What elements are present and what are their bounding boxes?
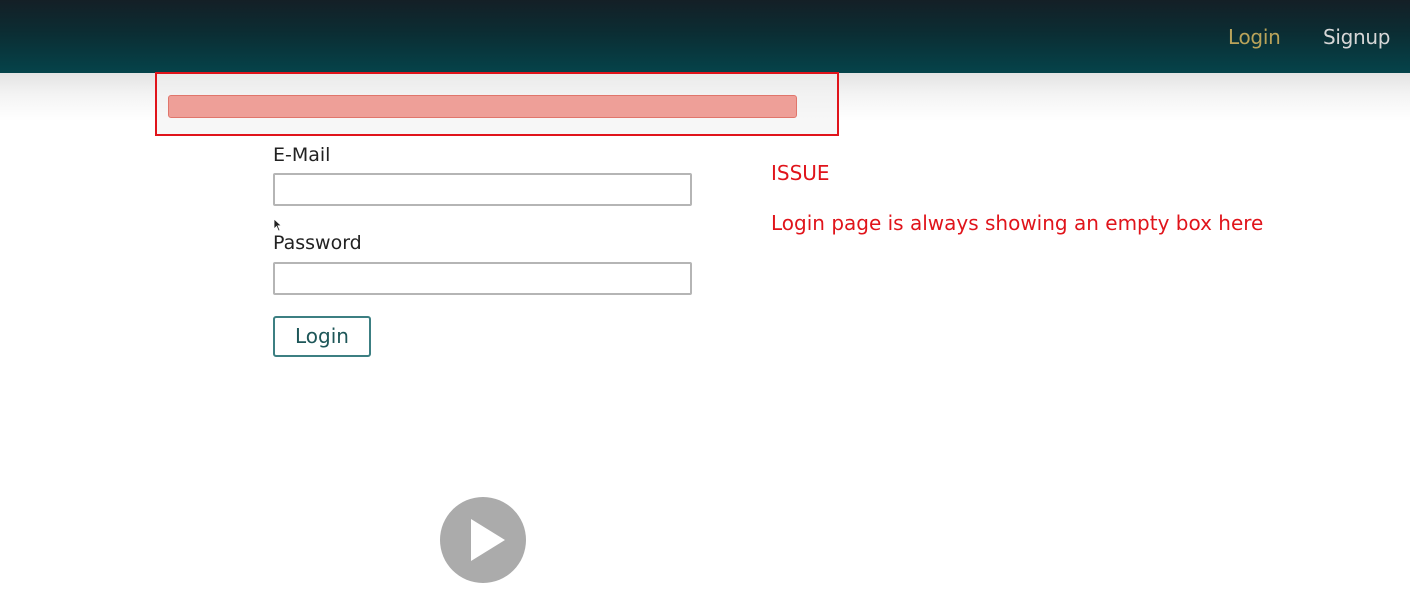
mouse-cursor-icon: [273, 218, 283, 232]
password-label: Password: [273, 232, 362, 254]
email-label: E-Mail: [273, 144, 331, 166]
empty-alert-box: [168, 95, 797, 118]
nav-signup-link[interactable]: Signup: [1323, 24, 1391, 50]
issue-description: Login page is always showing an empty bo…: [771, 211, 1264, 235]
nav-login-link[interactable]: Login: [1228, 24, 1281, 50]
top-navbar: Login Signup: [0, 0, 1410, 73]
issue-title: ISSUE: [771, 161, 830, 185]
video-play-button[interactable]: [440, 497, 526, 583]
login-button[interactable]: Login: [273, 316, 371, 357]
password-field[interactable]: [273, 262, 692, 295]
login-page: Login Signup E-Mail Password Login ISSUE…: [0, 0, 1410, 598]
email-field[interactable]: [273, 173, 692, 206]
play-icon: [471, 519, 505, 561]
